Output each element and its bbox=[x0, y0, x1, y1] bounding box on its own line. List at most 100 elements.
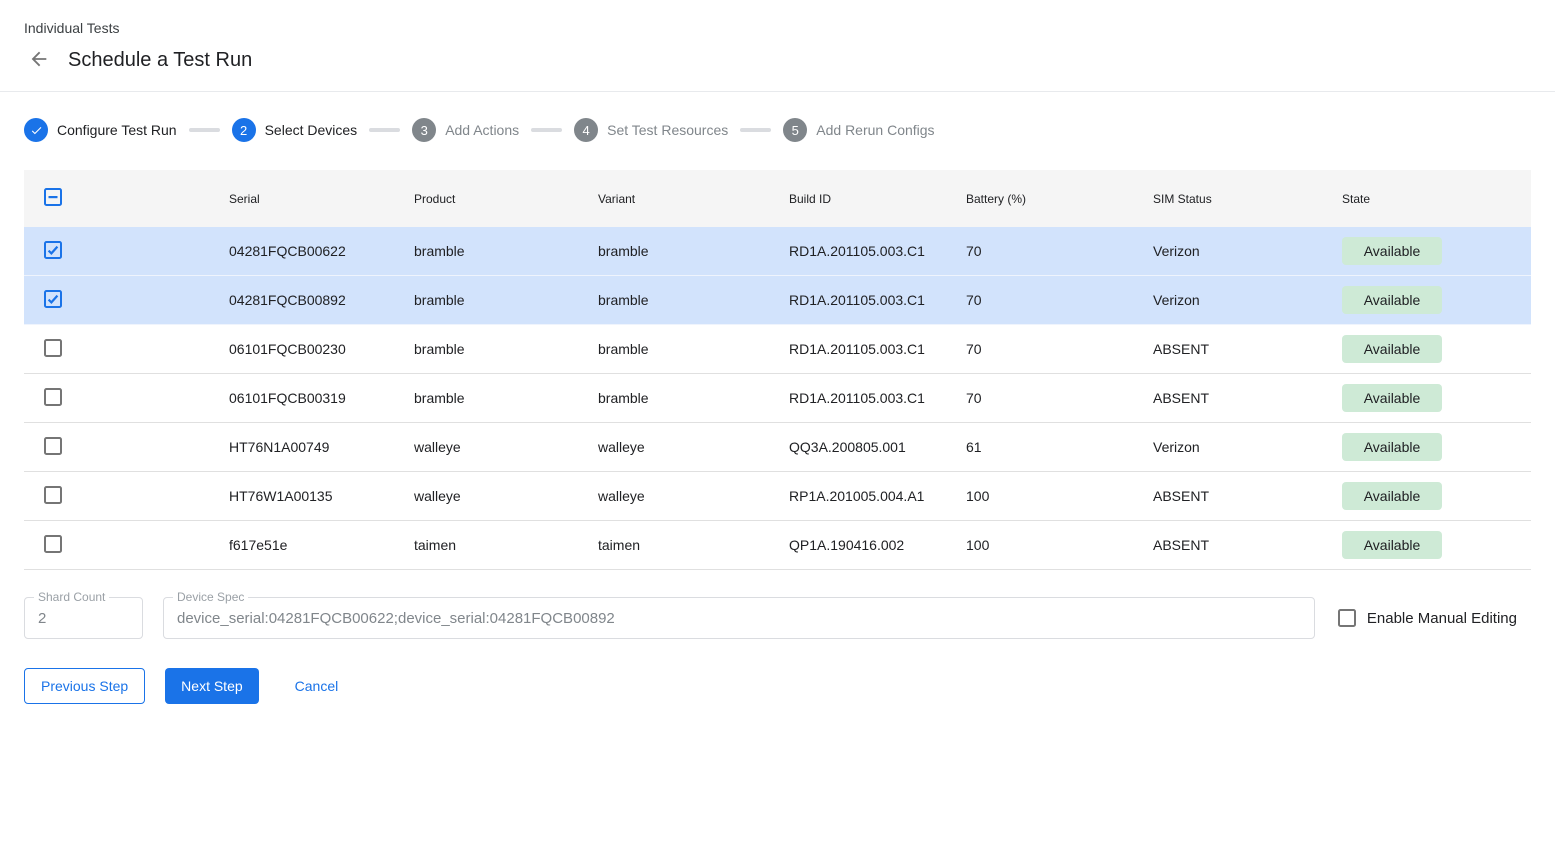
step-connector bbox=[740, 128, 771, 132]
cell-serial: 04281FQCB00892 bbox=[229, 292, 414, 308]
cell-sim: ABSENT bbox=[1153, 537, 1342, 553]
page-header: Individual Tests Schedule a Test Run bbox=[0, 0, 1555, 91]
table-row[interactable]: 06101FQCB00230 bramble bramble RD1A.2011… bbox=[24, 325, 1531, 374]
shard-count-field[interactable]: Shard Count 2 bbox=[24, 597, 143, 639]
column-header-product: Product bbox=[414, 192, 598, 206]
cell-build-id: RD1A.201105.003.C1 bbox=[789, 243, 966, 259]
cell-sim: ABSENT bbox=[1153, 341, 1342, 357]
enable-manual-editing-label: Enable Manual Editing bbox=[1367, 610, 1517, 627]
stepper: Configure Test Run 2 Select Devices 3 Ad… bbox=[24, 118, 1531, 142]
table-body: 04281FQCB00622 bramble bramble RD1A.2011… bbox=[24, 227, 1531, 570]
row-checkbox[interactable] bbox=[44, 388, 62, 406]
state-badge: Available bbox=[1342, 335, 1442, 363]
enable-manual-editing-toggle[interactable]: Enable Manual Editing bbox=[1338, 609, 1517, 627]
cell-serial: 06101FQCB00319 bbox=[229, 390, 414, 406]
cell-battery: 70 bbox=[966, 292, 1153, 308]
state-badge: Available bbox=[1342, 482, 1442, 510]
next-step-button[interactable]: Next Step bbox=[165, 668, 258, 704]
cell-battery: 70 bbox=[966, 243, 1153, 259]
table-row[interactable]: 06101FQCB00319 bramble bramble RD1A.2011… bbox=[24, 374, 1531, 423]
cancel-button[interactable]: Cancel bbox=[279, 668, 355, 704]
shard-count-value: 2 bbox=[25, 610, 142, 627]
step-label: Add Actions bbox=[445, 122, 519, 138]
step-indicator: 4 bbox=[574, 118, 598, 142]
shard-count-label: Shard Count bbox=[34, 591, 109, 604]
stepper-step-configure-test-run[interactable]: Configure Test Run bbox=[24, 118, 177, 142]
header-divider bbox=[0, 91, 1555, 92]
cell-sim: ABSENT bbox=[1153, 488, 1342, 504]
column-header-sim: SIM Status bbox=[1153, 192, 1342, 206]
cell-variant: walleye bbox=[598, 488, 789, 504]
form-fields: Shard Count 2 Device Spec device_serial:… bbox=[24, 597, 1531, 639]
cell-serial: HT76N1A00749 bbox=[229, 439, 414, 455]
cell-sim: ABSENT bbox=[1153, 390, 1342, 406]
cell-battery: 61 bbox=[966, 439, 1153, 455]
cell-product: walleye bbox=[414, 488, 598, 504]
row-checkbox[interactable] bbox=[44, 339, 62, 357]
cell-variant: bramble bbox=[598, 390, 789, 406]
step-indicator bbox=[24, 118, 48, 142]
row-checkbox[interactable] bbox=[44, 486, 62, 504]
cell-battery: 100 bbox=[966, 488, 1153, 504]
cell-battery: 70 bbox=[966, 390, 1153, 406]
stepper-step-select-devices[interactable]: 2 Select Devices bbox=[232, 118, 358, 142]
cell-serial: HT76W1A00135 bbox=[229, 488, 414, 504]
arrow-left-icon bbox=[28, 48, 50, 73]
table-header-row: Serial Product Variant Build ID Battery … bbox=[24, 170, 1531, 227]
previous-step-button[interactable]: Previous Step bbox=[24, 668, 145, 704]
cell-variant: bramble bbox=[598, 243, 789, 259]
row-checkbox[interactable] bbox=[44, 290, 62, 308]
table-row[interactable]: HT76W1A00135 walleye walleye RP1A.201005… bbox=[24, 472, 1531, 521]
cell-build-id: QP1A.190416.002 bbox=[789, 537, 966, 553]
cell-battery: 100 bbox=[966, 537, 1153, 553]
cell-variant: bramble bbox=[598, 292, 789, 308]
cell-product: walleye bbox=[414, 439, 598, 455]
back-button[interactable] bbox=[27, 48, 51, 72]
table-row[interactable]: 04281FQCB00622 bramble bramble RD1A.2011… bbox=[24, 227, 1531, 276]
cell-build-id: RD1A.201105.003.C1 bbox=[789, 341, 966, 357]
device-spec-label: Device Spec bbox=[173, 591, 248, 604]
step-connector bbox=[369, 128, 400, 132]
cell-sim: Verizon bbox=[1153, 292, 1342, 308]
column-header-build-id: Build ID bbox=[789, 192, 966, 206]
stepper-step-add-rerun-configs[interactable]: 5 Add Rerun Configs bbox=[783, 118, 934, 142]
cell-variant: taimen bbox=[598, 537, 789, 553]
column-header-state: State bbox=[1342, 192, 1531, 206]
row-checkbox[interactable] bbox=[44, 535, 62, 553]
select-all-checkbox[interactable] bbox=[44, 188, 62, 206]
cell-product: bramble bbox=[414, 292, 598, 308]
cell-variant: bramble bbox=[598, 341, 789, 357]
step-indicator: 3 bbox=[412, 118, 436, 142]
action-bar: Previous Step Next Step Cancel bbox=[24, 668, 1531, 704]
cell-serial: 04281FQCB00622 bbox=[229, 243, 414, 259]
device-spec-value: device_serial:04281FQCB00622;device_seri… bbox=[164, 610, 1314, 627]
stepper-step-set-test-resources[interactable]: 4 Set Test Resources bbox=[574, 118, 728, 142]
state-badge: Available bbox=[1342, 286, 1442, 314]
cell-product: bramble bbox=[414, 243, 598, 259]
state-badge: Available bbox=[1342, 384, 1442, 412]
table-row[interactable]: 04281FQCB00892 bramble bramble RD1A.2011… bbox=[24, 276, 1531, 325]
cell-build-id: QQ3A.200805.001 bbox=[789, 439, 966, 455]
stepper-step-add-actions[interactable]: 3 Add Actions bbox=[412, 118, 519, 142]
device-table: Serial Product Variant Build ID Battery … bbox=[24, 170, 1531, 570]
step-label: Add Rerun Configs bbox=[816, 122, 934, 138]
row-checkbox[interactable] bbox=[44, 241, 62, 259]
column-header-variant: Variant bbox=[598, 192, 789, 206]
cell-product: bramble bbox=[414, 341, 598, 357]
step-label: Set Test Resources bbox=[607, 122, 728, 138]
cell-build-id: RD1A.201105.003.C1 bbox=[789, 390, 966, 406]
cell-battery: 70 bbox=[966, 341, 1153, 357]
cell-sim: Verizon bbox=[1153, 243, 1342, 259]
cell-sim: Verizon bbox=[1153, 439, 1342, 455]
enable-manual-editing-checkbox[interactable] bbox=[1338, 609, 1356, 627]
device-spec-field[interactable]: Device Spec device_serial:04281FQCB00622… bbox=[163, 597, 1315, 639]
cell-variant: walleye bbox=[598, 439, 789, 455]
cell-product: taimen bbox=[414, 537, 598, 553]
step-indicator: 2 bbox=[232, 118, 256, 142]
cell-serial: 06101FQCB00230 bbox=[229, 341, 414, 357]
state-badge: Available bbox=[1342, 531, 1442, 559]
table-row[interactable]: HT76N1A00749 walleye walleye QQ3A.200805… bbox=[24, 423, 1531, 472]
step-connector bbox=[531, 128, 562, 132]
table-row[interactable]: f617e51e taimen taimen QP1A.190416.002 1… bbox=[24, 521, 1531, 570]
row-checkbox[interactable] bbox=[44, 437, 62, 455]
